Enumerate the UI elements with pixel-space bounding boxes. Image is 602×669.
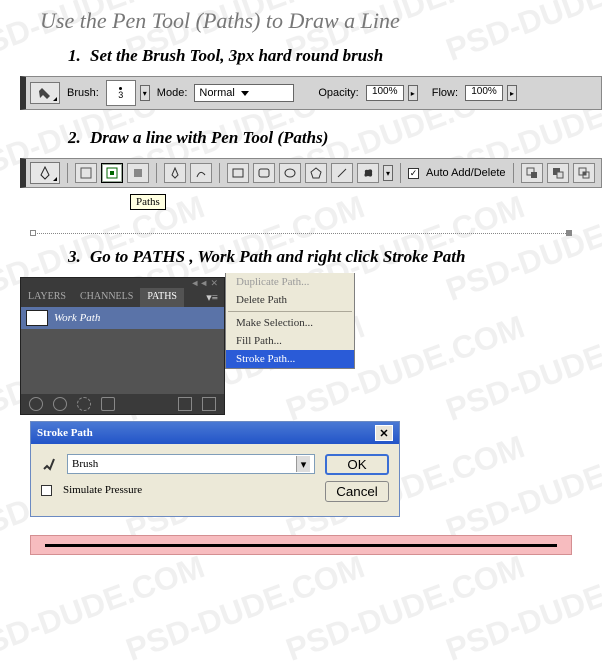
blob-icon (362, 167, 374, 179)
dialog-titlebar: Stroke Path ✕ (31, 422, 399, 444)
mode-label: Mode: (157, 87, 188, 99)
subtract-area-icon (552, 167, 564, 179)
opacity-arrow[interactable]: ▸ (408, 85, 418, 101)
ellipse-icon (284, 168, 296, 178)
tab-channels[interactable]: CHANNELS (73, 288, 140, 307)
path-op-intersect-button[interactable] (573, 163, 595, 183)
freeform-pen-button[interactable] (190, 163, 212, 183)
stroked-line (45, 544, 557, 547)
anchor-end (566, 230, 572, 236)
anchor-start (30, 230, 36, 236)
tab-layers[interactable]: LAYERS (21, 288, 73, 307)
ctx-make-selection[interactable]: Make Selection... (226, 314, 354, 332)
pen-options-bar: ▾ Auto Add/Delete (20, 158, 602, 188)
brush-preset-picker[interactable]: 3 (106, 80, 136, 106)
fill-pixels-mode-button[interactable] (127, 163, 149, 183)
ctx-stroke-path[interactable]: Stroke Path... (226, 350, 354, 368)
rectangle-icon (232, 168, 244, 178)
tab-paths[interactable]: PATHS (140, 288, 184, 307)
stroke-tool-select[interactable]: Brush ▾ (67, 454, 315, 474)
ctx-duplicate-path: Duplicate Path... (226, 273, 354, 291)
custom-shape-button[interactable] (357, 163, 379, 183)
add-area-icon (526, 167, 538, 179)
brush-label: Brush: (67, 87, 99, 99)
context-menu: Duplicate Path... Delete Path Make Selec… (225, 273, 355, 369)
pen-variant-button[interactable] (164, 163, 186, 183)
cancel-button[interactable]: Cancel (325, 481, 389, 502)
auto-add-delete-label: Auto Add/Delete (426, 167, 506, 179)
paths-mode-tooltip: Paths (130, 194, 166, 210)
delete-path-footer-icon[interactable] (202, 397, 216, 411)
ok-button[interactable]: OK (325, 454, 389, 475)
simulate-pressure-checkbox[interactable] (41, 485, 52, 496)
rounded-rect-icon (258, 168, 270, 178)
path-op-subtract-button[interactable] (547, 163, 569, 183)
intersect-area-icon (578, 167, 590, 179)
blend-mode-select[interactable]: Normal (194, 84, 294, 102)
line-shape-button[interactable] (331, 163, 353, 183)
shape-layers-mode-button[interactable] (75, 163, 97, 183)
new-path-icon[interactable] (178, 397, 192, 411)
path-thumbnail (26, 310, 48, 326)
brush-icon (37, 85, 53, 101)
auto-add-delete-checkbox[interactable] (408, 168, 419, 179)
ctx-fill-path[interactable]: Fill Path... (226, 332, 354, 350)
path-op-add-button[interactable] (521, 163, 543, 183)
stroke-path-icon[interactable] (53, 397, 67, 411)
page-title: Use the Pen Tool (Paths) to Draw a Line (40, 8, 562, 34)
freeform-pen-icon (195, 167, 207, 179)
paths-mode-icon (106, 167, 118, 179)
rectangle-shape-button[interactable] (227, 163, 249, 183)
shape-options-arrow[interactable]: ▾ (383, 165, 393, 181)
brush-tool-slot[interactable] (30, 82, 60, 104)
polygon-icon (310, 167, 322, 179)
pen-tool-slot[interactable] (30, 162, 60, 184)
paths-mode-button[interactable] (101, 163, 123, 183)
ctx-delete-path[interactable]: Delete Path (226, 291, 354, 309)
simulate-pressure-label: Simulate Pressure (63, 484, 142, 496)
selection-from-path-icon[interactable] (77, 397, 91, 411)
flow-input[interactable]: 100% (465, 85, 503, 101)
line-icon (336, 167, 348, 179)
panel-menu-button[interactable]: ▾≡ (200, 288, 224, 307)
polygon-shape-button[interactable] (305, 163, 327, 183)
opacity-input[interactable]: 100% (366, 85, 404, 101)
fill-pixels-icon (132, 167, 144, 179)
brush-preset-dropdown[interactable]: ▾ (140, 85, 150, 101)
brush-options-bar: Brush: 3 ▾ Mode: Normal Opacity: 100% ▸ … (20, 76, 602, 110)
pen-icon (39, 166, 51, 180)
step-2: 2.Draw a line with Pen Tool (Paths) (68, 128, 562, 148)
work-path-row[interactable]: Work Path (21, 307, 224, 329)
paths-panel: ◄◄ ✕ LAYERS CHANNELS PATHS ▾≡ Work Path (20, 277, 225, 415)
shape-layers-icon (80, 167, 92, 179)
path-from-selection-icon[interactable] (101, 397, 115, 411)
ellipse-shape-button[interactable] (279, 163, 301, 183)
opacity-label: Opacity: (318, 87, 358, 99)
pen-nib-icon (170, 167, 180, 179)
step-1: 1.Set the Brush Tool, 3px hard round bru… (68, 46, 562, 66)
brush-small-icon (41, 456, 59, 472)
drawn-path-preview (30, 230, 572, 237)
result-stroke-preview (30, 535, 572, 555)
flow-label: Flow: (432, 87, 458, 99)
step-3: 3.Go to PATHS , Work Path and right clic… (68, 247, 562, 267)
fill-path-icon[interactable] (29, 397, 43, 411)
rounded-rect-shape-button[interactable] (253, 163, 275, 183)
panel-grip[interactable]: ◄◄ ✕ (21, 278, 224, 288)
flow-arrow[interactable]: ▸ (507, 85, 517, 101)
dialog-close-button[interactable]: ✕ (375, 425, 393, 441)
panel-footer (21, 394, 224, 414)
stroke-path-dialog: Stroke Path ✕ OK Cancel Brush ▾ Simulate… (30, 421, 400, 517)
